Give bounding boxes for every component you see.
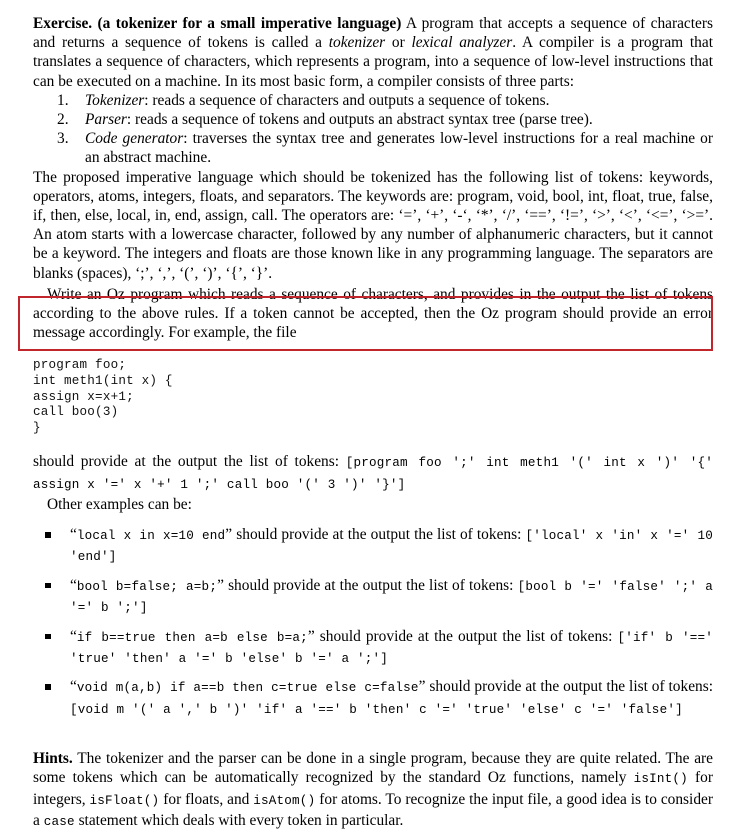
- term-lexical-analyzer: lexical analyzer: [411, 34, 513, 52]
- code-example-block: program foo; int meth1(int x) { assign x…: [33, 358, 173, 435]
- quote-close: ”: [307, 627, 315, 645]
- document-page: Exercise. (a tokenizer for a small imper…: [0, 0, 746, 829]
- fn-isatom: isAtom(): [253, 793, 316, 808]
- hints-paragraph: Hints. The tokenizer and the parser can …: [33, 749, 713, 832]
- list-item-desc: : reads a sequence of characters and out…: [144, 91, 550, 109]
- list-item-number: 3.: [57, 130, 69, 148]
- other-examples-label: Other examples can be:: [47, 495, 192, 513]
- exercise-subheading: (a tokenizer for a small imperative lang…: [97, 15, 402, 32]
- list-item-term: Code generator: [85, 130, 184, 148]
- square-bullet-icon: [45, 582, 51, 589]
- example-prose: should provide at the output the list of…: [314, 627, 618, 645]
- quote-close: ”: [217, 576, 224, 594]
- list-item: “local x in x=10 end” should provide at …: [33, 525, 713, 568]
- example-code: if b==true then a=b else b=a;: [76, 630, 308, 645]
- example-prose: should provide at the output the list of…: [425, 678, 713, 696]
- list-item-term: Tokenizer: [85, 91, 145, 109]
- hints-text-5: statement which deals with every token i…: [74, 811, 404, 829]
- output-tokens-sentence: should provide at the output the list of…: [33, 452, 713, 494]
- intro-text-or: or: [385, 34, 412, 52]
- list-item: 2. Parser: reads a sequence of tokens and…: [33, 110, 713, 129]
- examples-list: “local x in x=10 end” should provide at …: [33, 525, 713, 720]
- square-bullet-icon: [45, 532, 51, 538]
- highlighted-task-paragraph: Write an Oz program which reads a sequen…: [33, 285, 713, 342]
- square-bullet-icon: [45, 633, 51, 640]
- quote-close: ”: [418, 678, 426, 696]
- quote-open: “: [70, 576, 77, 594]
- quote-open: “: [70, 627, 77, 645]
- list-item-term: Parser: [85, 111, 127, 129]
- example-token-list: [void m '(' a ',' b ')' 'if' a '==' b 't…: [70, 702, 683, 717]
- list-item-number: 1.: [57, 91, 69, 109]
- term-tokenizer: tokenizer: [328, 34, 386, 52]
- list-item-number: 2.: [57, 111, 69, 129]
- example-prose: should provide at the output the list of…: [223, 576, 518, 594]
- hints-text-1: The tokenizer and the parser can be done…: [33, 750, 713, 787]
- separators-list: ‘;’, ‘,’, ‘(’, ‘)’, ‘{’, ‘}’: [135, 264, 269, 282]
- tokens-paragraph: The proposed imperative language which s…: [33, 168, 713, 283]
- exercise-heading: Exercise.: [33, 15, 93, 32]
- tokens-text-3: .: [268, 264, 273, 282]
- fn-isfloat: isFloat(): [89, 793, 160, 808]
- output-prose: should provide at the output the list of…: [33, 453, 346, 471]
- list-item: 3. Code generator: traverses the syntax t…: [33, 129, 713, 167]
- list-item: “void m(a,b) if a==b then c=true else c=…: [33, 677, 713, 720]
- keyword-case: case: [43, 814, 75, 829]
- intro-paragraph: Exercise. (a tokenizer for a small imper…: [33, 14, 713, 91]
- list-item: 1. Tokenizer: reads a sequence of charact…: [33, 91, 713, 110]
- compiler-parts-list: 1. Tokenizer: reads a sequence of charact…: [33, 91, 713, 168]
- example-code: bool b=false; a=b;: [76, 579, 218, 594]
- hints-heading: Hints.: [33, 750, 73, 768]
- quote-open: “: [70, 526, 77, 544]
- document-body: Exercise. (a tokenizer for a small imper…: [33, 14, 713, 832]
- list-item: “if b==true then a=b else b=a;” should p…: [33, 627, 713, 670]
- example-code: local x in x=10 end: [76, 529, 226, 544]
- quote-open: “: [70, 678, 77, 696]
- list-item-desc: : reads a sequence of tokens and outputs…: [126, 111, 593, 129]
- example-code: void m(a,b) if a==b then c=true else c=f…: [76, 681, 419, 696]
- square-bullet-icon: [45, 684, 51, 690]
- hints-text-3: for floats, and: [159, 790, 254, 808]
- operators-list: ‘=’, ‘+’, ‘-‘, ‘*’, ‘/’, ‘==’, ‘!=’, ‘>’…: [398, 207, 710, 225]
- example-prose: should provide at the output the list of…: [232, 526, 526, 544]
- fn-isint: isInt(): [633, 772, 688, 787]
- list-item: “bool b=false; a=b;” should provide at t…: [33, 576, 713, 619]
